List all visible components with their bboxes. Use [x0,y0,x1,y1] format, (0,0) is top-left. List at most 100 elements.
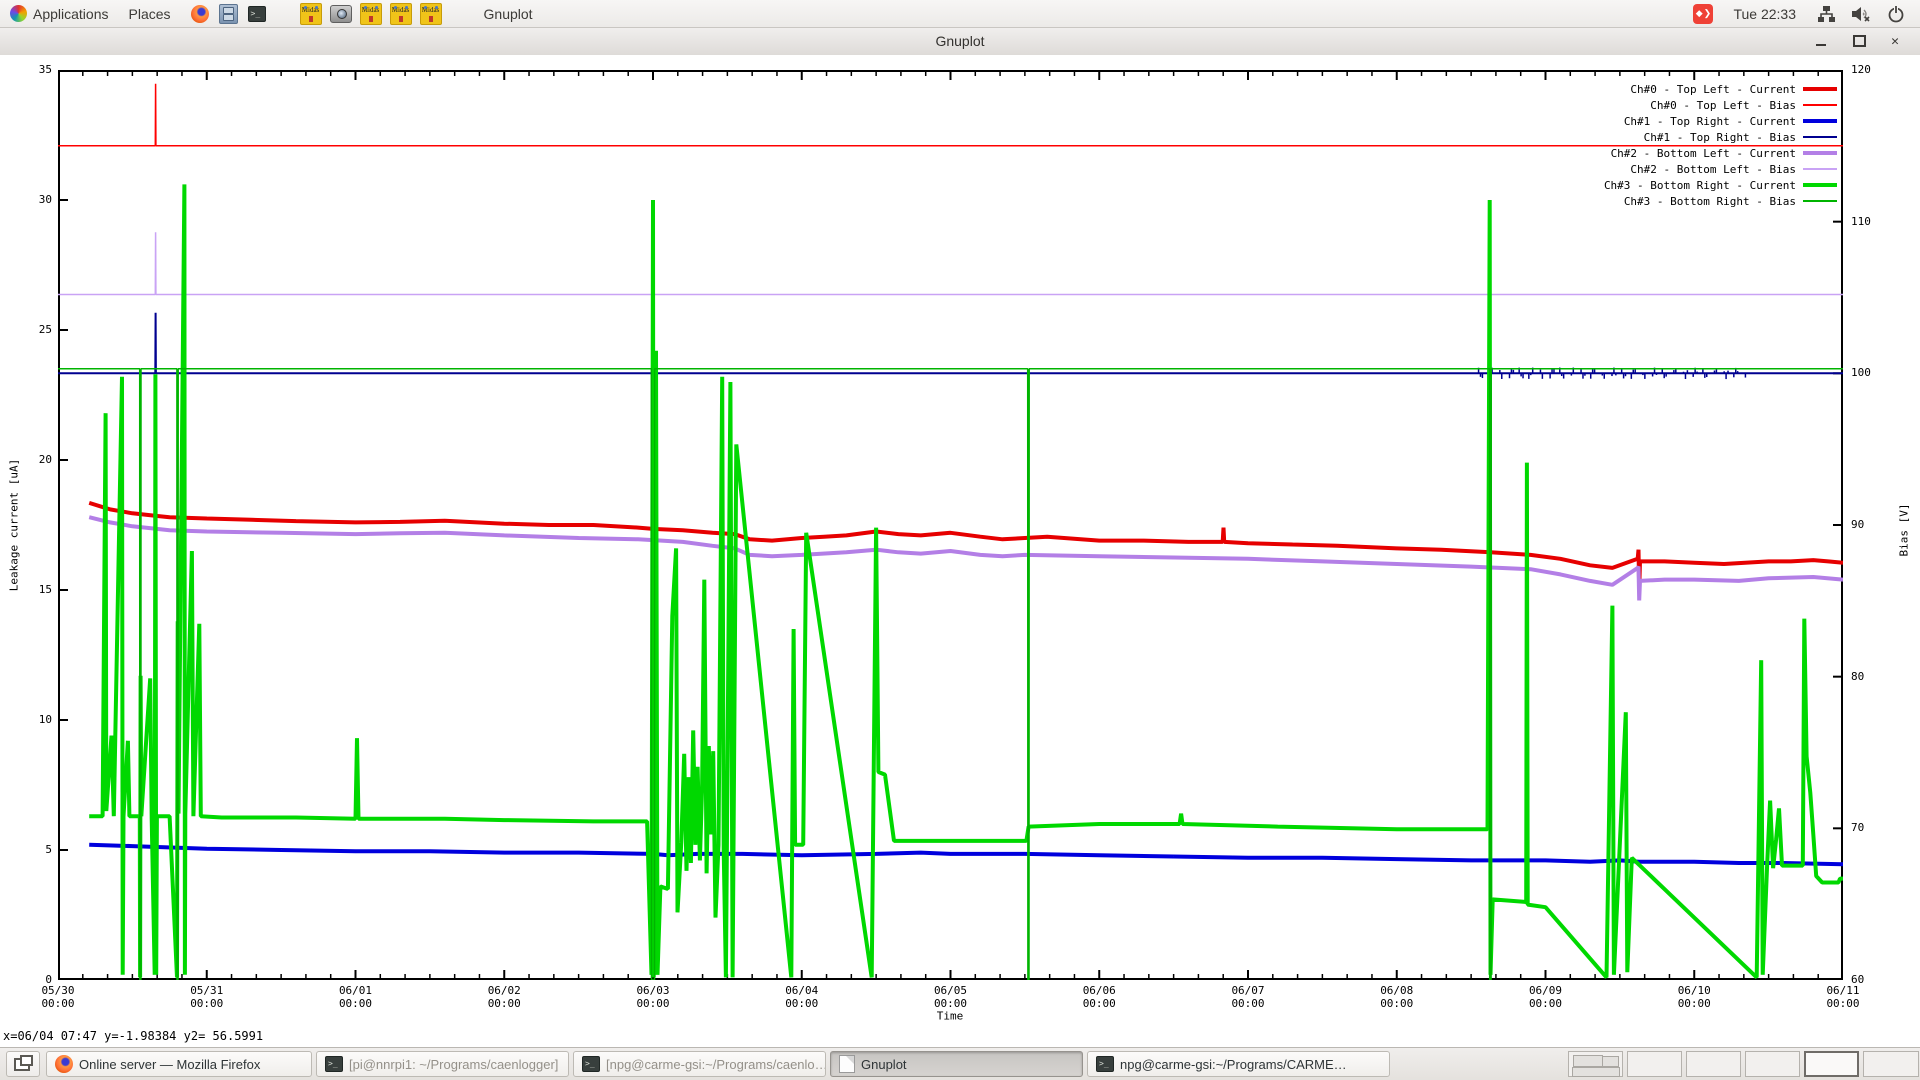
volume-muted-icon[interactable] [1850,4,1872,24]
series-ch-3-bottom-right-bias [58,369,1843,980]
desktop-screen: Applications Places >_ Midas Midas Midas… [0,0,1920,1080]
legend-line-sample [1803,119,1837,123]
gnuplot-icon [839,1055,855,1073]
legend-label: Ch#2 - Bottom Left - Bias [1630,163,1796,176]
workspace-cell-4[interactable] [1745,1051,1800,1077]
maximize-icon [1853,35,1866,47]
series-ch-3-bottom-right-current [89,184,1843,977]
applications-menu[interactable]: Applications [0,0,119,27]
minimize-button[interactable] [1806,27,1836,55]
y-left-tick-label: 5 [18,843,52,856]
top-panel: Applications Places >_ Midas Midas Midas… [0,0,1920,28]
close-button[interactable]: ✕ [1880,27,1910,55]
workspace-cell-6[interactable] [1863,1051,1919,1077]
workspace-cell-2[interactable] [1627,1051,1682,1077]
terminal-icon: >_ [325,1056,343,1072]
x-tick-label: 05/30 00:00 [28,984,88,1010]
y-left-tick-label: 25 [18,323,52,336]
workspace-cell-1[interactable] [1568,1051,1623,1077]
midas-launcher-icon[interactable]: Midas [390,3,412,25]
window-title: Gnuplot [0,33,1920,49]
window-titlebar[interactable]: Gnuplot ✕ [0,27,1920,56]
clock[interactable]: Tue 22:33 [1723,0,1806,27]
midas-launcher-icon[interactable]: Midas [420,3,442,25]
legend-entry: Ch#2 - Bottom Left - Bias [1630,161,1837,177]
bottom-taskbar: Online server — Mozilla Firefox >_ [pi@n… [0,1047,1920,1080]
x-axis-title: Time [937,1010,964,1023]
legend-entry: Ch#3 - Bottom Right - Current [1604,177,1837,193]
chart-svg[interactable] [58,70,1843,980]
show-desktop-button[interactable] [6,1051,40,1077]
taskbar-button-terminal-3[interactable]: >_ npg@carme-gsi:~/Programs/CARME… [1087,1051,1390,1077]
legend-line-sample [1803,168,1837,170]
legend-line-sample [1803,200,1837,202]
y-right-tick-label: 70 [1851,821,1864,834]
cursor-position-readout: x=06/04 07:47 y=-1.98384 y2= 56.5991 [3,1029,263,1043]
y-axis-title-left: Leakage current [uA] [8,459,21,591]
workspace-cell-5-active[interactable] [1804,1051,1859,1077]
taskbar-button-label: [pi@nnrpi1: ~/Programs/caenlogger] [349,1057,558,1072]
taskbar-button-terminal-1[interactable]: >_ [pi@nnrpi1: ~/Programs/caenlogger] [316,1051,569,1077]
taskbar-button-terminal-2[interactable]: >_ [npg@carme-gsi:~/Programs/caenlo… [573,1051,826,1077]
y-right-tick-label: 100 [1851,366,1871,379]
legend-label: Ch#1 - Top Right - Current [1624,115,1796,128]
terminal-launcher-icon[interactable]: >_ [248,6,266,22]
x-tick-label: 06/03 00:00 [623,984,683,1010]
terminal-icon: >_ [1096,1056,1114,1072]
legend-entry: Ch#2 - Bottom Left - Current [1611,145,1837,161]
legend-line-sample [1803,104,1837,106]
plot-area[interactable] [58,70,1843,980]
firefox-icon [55,1055,73,1073]
active-app-indicator[interactable]: Gnuplot [474,0,543,27]
places-menu-label: Places [129,6,171,22]
power-icon[interactable] [1886,4,1906,24]
taskbar-button-firefox[interactable]: Online server — Mozilla Firefox [46,1051,312,1077]
legend-entry: Ch#1 - Top Right - Bias [1644,129,1837,145]
places-menu[interactable]: Places [119,0,181,27]
notification-indicator-icon[interactable]: ◆❯ [1693,4,1713,24]
distro-logo-icon [10,5,27,22]
x-tick-label: 06/09 00:00 [1516,984,1576,1010]
taskbar-button-gnuplot[interactable]: Gnuplot [830,1051,1083,1077]
series-ch-2-bottom-left-bias [58,232,1843,294]
firefox-launcher-icon[interactable] [191,5,209,23]
midas-launcher-icon[interactable]: Midas [300,3,322,25]
series-ch-2-bottom-left-current [89,517,1843,600]
legend-label: Ch#0 - Top Left - Current [1630,83,1796,96]
workspace-mini-window [1573,1055,1603,1067]
x-tick-label: 05/31 00:00 [177,984,237,1010]
y-axis-title-right: Bias [V] [1898,504,1911,557]
midas-launcher-icon[interactable]: Midas [360,3,382,25]
close-icon: ✕ [1891,34,1899,49]
y-left-tick-label: 30 [18,193,52,206]
legend-label: Ch#3 - Bottom Right - Current [1604,179,1796,192]
file-manager-launcher-icon[interactable] [219,4,238,24]
y-left-tick-label: 20 [18,453,52,466]
x-tick-label: 06/07 00:00 [1218,984,1278,1010]
screenshot-launcher-icon[interactable] [330,5,352,23]
x-tick-label: 06/11 00:00 [1813,984,1873,1010]
series-ch-1-top-right-bias [58,313,1843,374]
x-tick-label: 06/01 00:00 [326,984,386,1010]
x-tick-label: 06/04 00:00 [772,984,832,1010]
series-ch-0-top-left-bias [58,84,1843,146]
y-right-tick-label: 90 [1851,518,1864,531]
legend-line-sample [1803,151,1837,155]
gnuplot-canvas[interactable]: x=06/04 07:47 y=-1.98384 y2= 56.5991 05/… [0,55,1920,1047]
x-tick-label: 06/10 00:00 [1664,984,1724,1010]
clock-label: Tue 22:33 [1733,6,1796,22]
y-left-tick-label: 35 [18,63,52,76]
series-ch-1-top-right-current [89,845,1843,865]
legend-label: Ch#2 - Bottom Left - Current [1611,147,1796,160]
x-tick-label: 06/02 00:00 [474,984,534,1010]
active-app-label: Gnuplot [484,6,533,22]
legend-label: Ch#3 - Bottom Right - Bias [1624,195,1796,208]
legend-label: Ch#0 - Top Left - Bias [1650,99,1796,112]
network-icon[interactable] [1816,4,1836,24]
legend-label: Ch#1 - Top Right - Bias [1644,131,1796,144]
y-left-tick-label: 10 [18,713,52,726]
workspace-cell-3[interactable] [1686,1051,1741,1077]
legend-line-sample [1803,183,1837,187]
legend-entry: Ch#1 - Top Right - Current [1624,113,1837,129]
maximize-button[interactable] [1844,27,1874,55]
